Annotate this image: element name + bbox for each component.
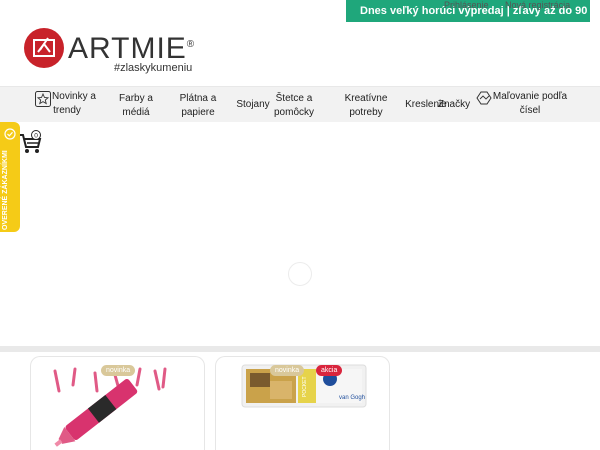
login-link[interactable]: Prihlásenie bbox=[444, 0, 489, 10]
nav-item-novinky[interactable]: Novinky a trendy bbox=[50, 90, 98, 118]
badge-new: novinka bbox=[270, 365, 305, 376]
badge-sale: akcia bbox=[316, 365, 343, 376]
brand-name: ARTMIE® bbox=[68, 32, 196, 65]
brand-tagline: #zlaskykumeniu bbox=[114, 62, 193, 74]
nav-item-malovanie[interactable]: Maľovanie podľa čísel bbox=[488, 90, 572, 118]
cart-icon: 0 bbox=[19, 130, 42, 153]
verified-customers-label: OVERENÉ ZÁKAZNÍKMI bbox=[2, 150, 9, 230]
main-nav: Novinky a trendy Farby a médiá Plátna a pap… bbox=[0, 86, 600, 122]
nav-item-stojany[interactable]: Stojany bbox=[234, 98, 272, 112]
product-image-paint-set: van Gogh POCKET bbox=[241, 364, 367, 408]
nav-item-stetce[interactable]: Štetce a pomôcky bbox=[268, 92, 320, 120]
van-gogh-label: van Gogh bbox=[339, 395, 365, 401]
nav-item-farby[interactable]: Farby a médiá bbox=[112, 92, 160, 120]
product-card[interactable]: novinka bbox=[30, 356, 205, 450]
pocket-label: POCKET bbox=[302, 376, 308, 397]
verified-customers-tab[interactable]: OVERENÉ ZÁKAZNÍKMI bbox=[0, 122, 20, 232]
verified-badge-icon bbox=[4, 128, 16, 140]
cart-button[interactable]: 0 bbox=[18, 130, 44, 161]
nav-item-platna[interactable]: Plátna a papiere bbox=[172, 92, 224, 120]
nav-item-kreativne[interactable]: Kreatívne potreby bbox=[338, 92, 394, 120]
section-divider bbox=[0, 346, 600, 352]
badge-new: novinka bbox=[101, 365, 136, 376]
nav-item-znacky[interactable]: Značky bbox=[436, 98, 472, 112]
register-link[interactable]: Nová registrácia bbox=[505, 0, 570, 10]
brand-logo[interactable]: ARTMIE® #zlaskykumeniu bbox=[24, 28, 195, 74]
product-card[interactable]: van Gogh POCKET novinka akcia bbox=[215, 356, 390, 450]
account-links: Prihlásenie Nová registrácia bbox=[444, 0, 584, 10]
loading-spinner bbox=[288, 262, 312, 286]
cart-count: 0 bbox=[34, 133, 38, 140]
logo-icon bbox=[24, 28, 64, 68]
